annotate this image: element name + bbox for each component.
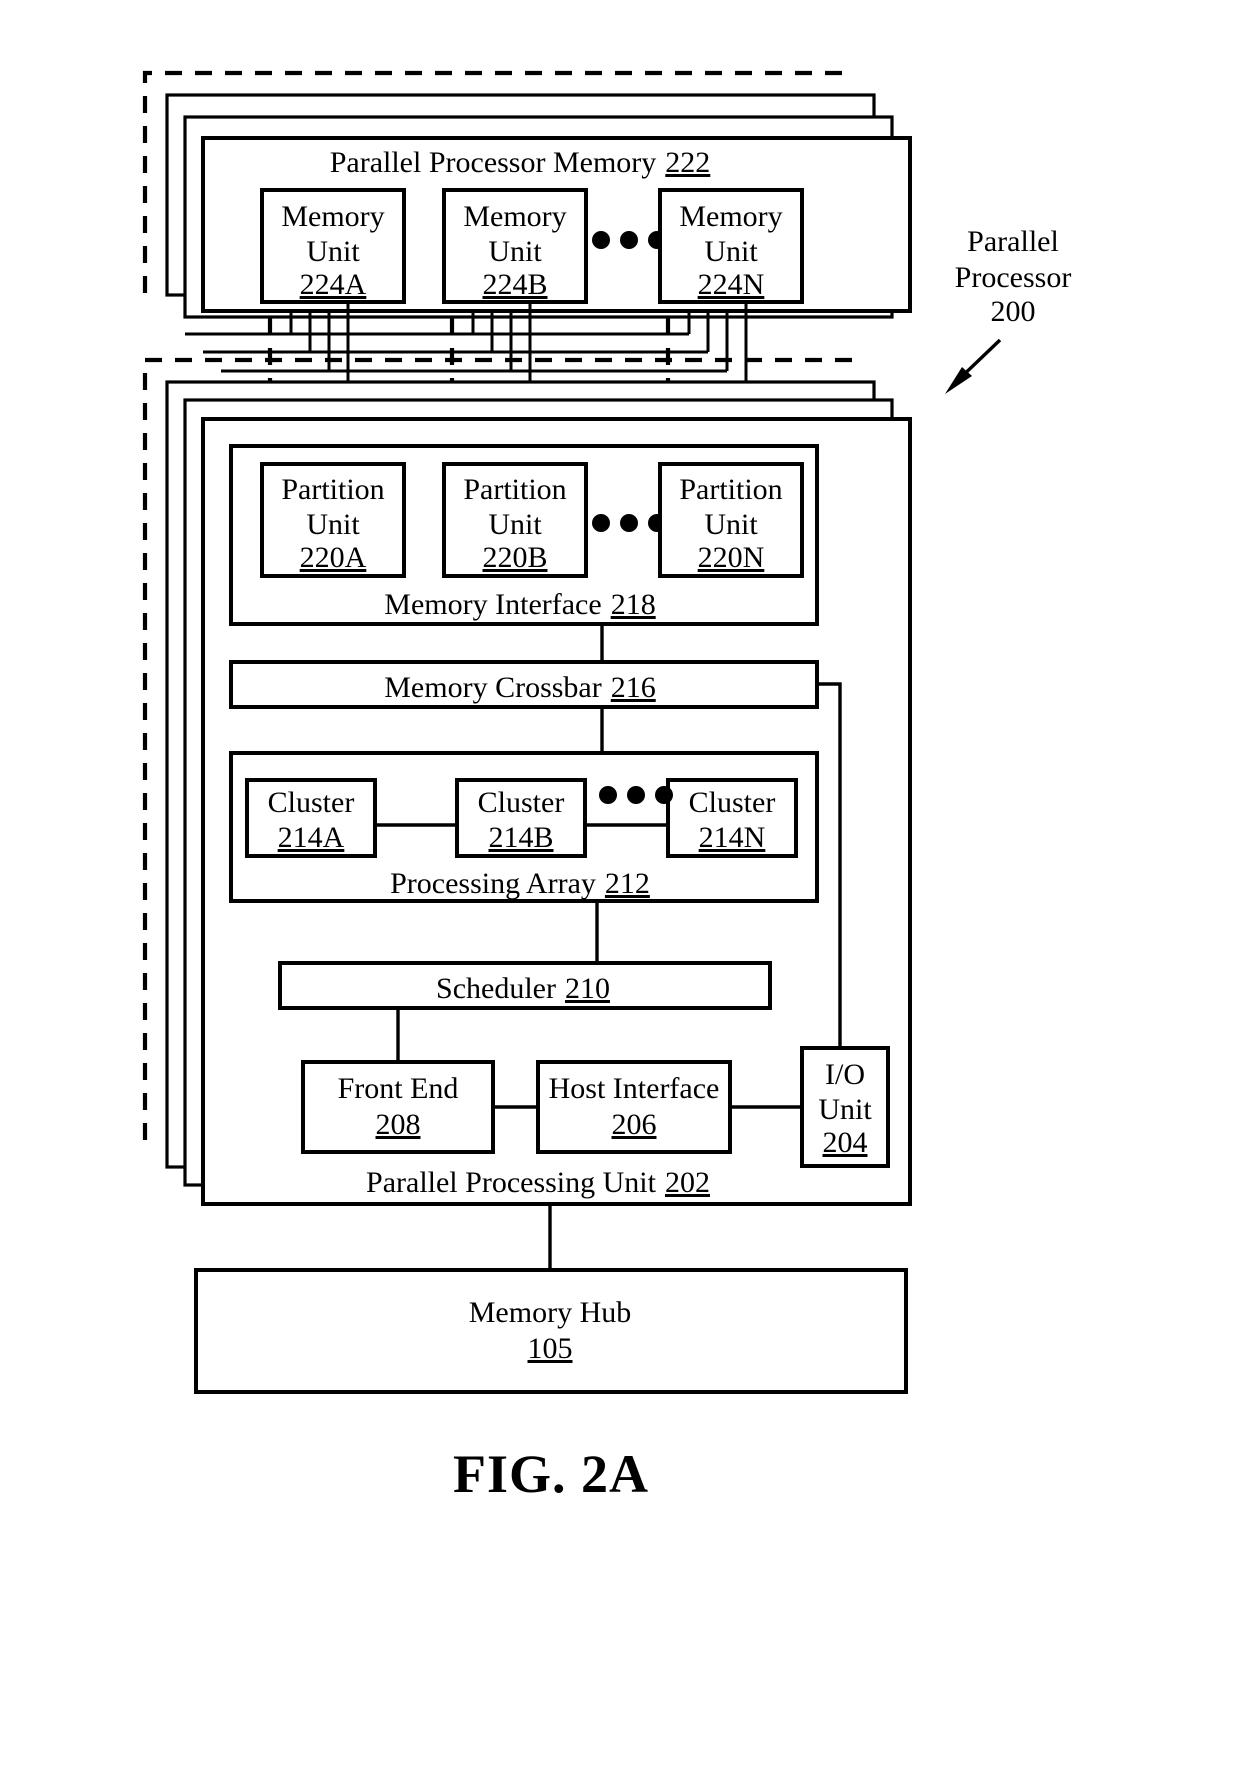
clusters-ellipsis-dot-3 — [655, 786, 673, 804]
partition-unit-220a-ref: 220A — [300, 541, 367, 574]
memory-unit-224a-ref: 224A — [300, 268, 367, 301]
partition-unit-220n-line2: Unit — [704, 508, 758, 541]
partition-unit-220n-line1: Partition — [679, 473, 782, 506]
io-unit-line2: Unit — [818, 1093, 872, 1126]
partition-units-ellipsis-dot-1 — [592, 514, 610, 532]
cluster-214b-line1: Cluster — [478, 786, 565, 819]
memory-unit-224b-line1: Memory — [463, 200, 566, 233]
memory-unit-224n-ref: 224N — [698, 268, 765, 301]
cluster-214a-ref: 214A — [278, 821, 345, 854]
memory-units-ellipsis-dot-1 — [592, 231, 610, 249]
memory-hub-ref: 105 — [528, 1332, 573, 1365]
partition-unit-220n-ref: 220N — [698, 541, 765, 574]
cluster-214a-line1: Cluster — [268, 786, 355, 819]
host-interface-line1: Host Interface — [549, 1072, 720, 1105]
front-end-ref: 208 — [376, 1108, 421, 1141]
cluster-214n-ref: 214N — [699, 821, 766, 854]
memory-unit-224n-line2: Unit — [704, 235, 758, 268]
front-end-line1: Front End — [338, 1072, 459, 1105]
memory-unit-224a-line1: Memory — [281, 200, 384, 233]
partition-unit-220b-line2: Unit — [488, 508, 542, 541]
io-unit-line1: I/O — [825, 1058, 865, 1091]
memory-unit-224a-line2: Unit — [306, 235, 360, 268]
clusters-ellipsis-dot-2 — [627, 786, 645, 804]
memory-crossbar-label: Memory Crossbar 216 — [384, 671, 655, 704]
memory-interface-title: Memory Interface 218 — [384, 588, 655, 621]
callout-line3: 200 — [991, 295, 1036, 328]
processing-array-title: Processing Array 212 — [390, 867, 650, 900]
memory-unit-224b-ref: 224B — [482, 268, 547, 301]
memory-units-ellipsis-dot-2 — [620, 231, 638, 249]
partition-units-ellipsis-dot-2 — [620, 514, 638, 532]
callout-arrow — [945, 338, 1002, 394]
patent-figure-2a: Parallel Processor Memory 222 Memory Unit… — [0, 0, 1240, 1791]
memory-hub-line1: Memory Hub — [469, 1296, 631, 1329]
memory-unit-224n-line1: Memory — [679, 200, 782, 233]
callout-line1: Parallel — [967, 225, 1059, 258]
partition-unit-220a-line2: Unit — [306, 508, 360, 541]
partition-unit-220b-line1: Partition — [463, 473, 566, 506]
partition-unit-220a-line1: Partition — [281, 473, 384, 506]
partition-unit-220b-ref: 220B — [482, 541, 547, 574]
parallel-processor-memory-title: Parallel Processor Memory 222 — [330, 146, 711, 179]
callout-line2: Processor — [955, 261, 1072, 294]
host-interface-ref: 206 — [612, 1108, 657, 1141]
clusters-ellipsis-dot-1 — [599, 786, 617, 804]
memory-hub-box — [194, 1268, 908, 1394]
figure-caption: FIG. 2A — [453, 1444, 649, 1504]
io-unit-ref: 204 — [823, 1126, 868, 1159]
scheduler-label: Scheduler 210 — [436, 972, 610, 1005]
cluster-214n-line1: Cluster — [689, 786, 776, 819]
memory-unit-224b-line2: Unit — [488, 235, 542, 268]
figure-canvas: Parallel Processor Memory 222 Memory Unit… — [142, 70, 1072, 1504]
cluster-214b-ref: 214B — [488, 821, 553, 854]
